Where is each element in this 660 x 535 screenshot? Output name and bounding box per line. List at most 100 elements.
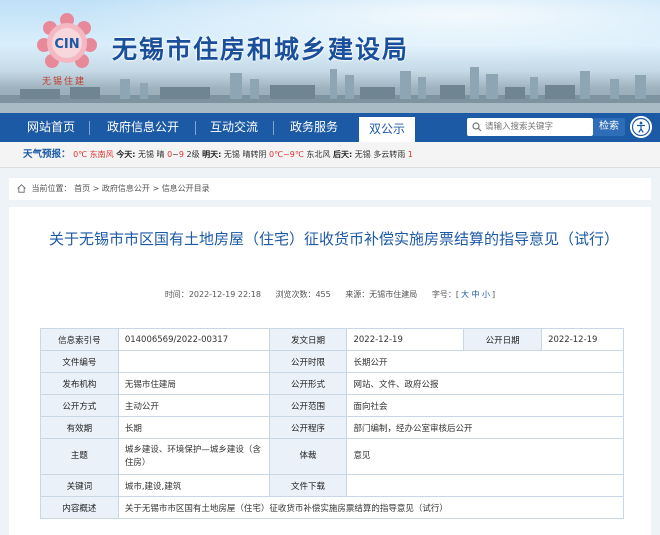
table-row: 信息索引号 014006569/2022-00317 发文日期 2022-12-… [40, 328, 624, 351]
font-size-large[interactable]: 大 [461, 290, 469, 299]
table-key: 信息索引号 [40, 328, 119, 351]
table-value: 2022-12-19 [346, 328, 465, 351]
header-banner: CIN 无锡住建 无锡市住房和城乡建设局 [0, 0, 660, 113]
table-value: 014006569/2022-00317 [117, 328, 270, 351]
info-table: 信息索引号 014006569/2022-00317 发文日期 2022-12-… [40, 328, 625, 519]
font-size-open: [ [455, 290, 459, 299]
breadcrumb-home[interactable]: 首页 [74, 184, 90, 193]
table-value: 面向社会 [346, 394, 624, 417]
meta-time-value: 2022-12-19 22:18 [188, 290, 261, 299]
meta-source-label: 来源： [345, 290, 370, 299]
table-value: 长期公开 [346, 350, 624, 373]
search-input[interactable] [485, 120, 589, 134]
search-button[interactable]: 检索 [593, 118, 625, 136]
table-value: 主动公开 [117, 394, 270, 417]
table-key: 公开方式 [40, 394, 119, 417]
weather-today-sep: ~ [172, 150, 179, 159]
meta-time: 时间：2022-12-19 22:18 [165, 290, 261, 299]
breadcrumb-separator: > [92, 184, 100, 193]
table-row: 公开方式 主动公开 公开范围 面向社会 [40, 394, 624, 417]
weather-label: 天气预报： [23, 149, 71, 160]
content-panel: 关于无锡市市区国有土地房屋（住宅）征收货币补偿实施房票结算的指导意见（试行） 时… [9, 207, 651, 535]
search-box [467, 118, 593, 136]
table-key: 公开形式 [268, 372, 348, 395]
table-value: 城乡建设、环境保护—城乡建设（含住房） [117, 438, 270, 475]
table-value: 长期 [117, 416, 270, 439]
table-row: 内容概述 关于无锡市市区国有土地房屋（住宅）征收货币补偿实施房票结算的指导意见（… [40, 496, 625, 519]
table-key: 文件编号 [40, 350, 119, 373]
nav-services[interactable]: 政务服务 [278, 113, 350, 142]
nav-interaction[interactable]: 互动交流 [200, 113, 268, 142]
meta-views: 浏览次数：455 [275, 290, 330, 299]
meta-views-value: 455 [315, 290, 331, 299]
breadcrumb-separator: > [152, 184, 160, 193]
search-icon [472, 122, 482, 132]
table-value: 城市,建设,建筑 [117, 474, 270, 497]
table-value: 2022-12-19 [541, 328, 624, 351]
nav-divider [195, 121, 196, 135]
table-key: 文件下载 [268, 474, 348, 497]
table-key: 关键词 [40, 474, 119, 497]
weather-current: 0℃ 东南风 [73, 150, 114, 159]
nav-divider [273, 121, 274, 135]
table-key: 体裁 [268, 438, 348, 475]
table-value [117, 350, 270, 373]
table-row: 文件编号 公开时限 长期公开 [40, 350, 624, 373]
breadcrumb-catalog[interactable]: 信息公开目录 [162, 184, 210, 193]
font-size-label: 字号： [431, 290, 456, 299]
table-key: 公开时限 [268, 350, 348, 373]
weather-tomorrow-range: 0℃~9℃ [269, 150, 304, 159]
font-size-medium[interactable]: 中 [472, 290, 480, 299]
nav-home[interactable]: 网站首页 [16, 113, 86, 142]
weather-after: 无锡 多云转雨 [354, 150, 406, 159]
weather-today-high: 9 [178, 150, 184, 159]
font-size-control: 字号：[大 中 小] [432, 290, 495, 299]
document-meta: 时间：2022-12-19 22:18 浏览次数：455 来源：无锡市住建局 字… [9, 289, 651, 300]
weather-today: 无锡 晴 [137, 150, 165, 159]
site-title: 无锡市住房和城乡建设局 [112, 35, 410, 64]
document-title: 关于无锡市市区国有土地房屋（住宅）征收货币补偿实施房票结算的指导意见（试行） [49, 230, 620, 248]
font-size-small[interactable]: 小 [482, 290, 490, 299]
table-row: 关键词 城市,建设,建筑 文件下载 [40, 474, 624, 497]
table-key: 内容概述 [40, 496, 119, 519]
breadcrumb-label: 当前位置： [31, 184, 72, 193]
table-row: 发布机构 无锡市住建局 公开形式 网站、文件、政府公报 [40, 372, 624, 395]
table-value: 关于无锡市市区国有土地房屋（住宅）征收货币补偿实施房票结算的指导意见（试行） [117, 496, 625, 519]
meta-source-value: 无锡市住建局 [369, 290, 418, 299]
weather-tomorrow-wind: 东北风 [306, 150, 331, 159]
weather-after-tail: 1 [407, 150, 413, 159]
meta-views-label: 浏览次数： [275, 290, 316, 299]
nav-divider [89, 121, 90, 135]
table-key: 主题 [40, 438, 119, 475]
table-key: 发文日期 [268, 328, 348, 351]
weather-tomorrow-label: 明天: [202, 150, 222, 159]
table-key: 公开程序 [268, 416, 348, 439]
meta-source: 来源：无锡市住建局 [345, 290, 417, 299]
table-key: 公开日期 [463, 328, 543, 351]
file-download-value[interactable] [346, 474, 624, 497]
weather-after-label: 后天: [332, 150, 353, 159]
svg-text:CIN: CIN [54, 37, 79, 52]
table-value: 网站、文件、政府公报 [346, 372, 624, 395]
accessibility-icon[interactable] [630, 116, 652, 138]
table-value: 部门编制，经办公室审核后公开 [346, 416, 624, 439]
table-key: 有效期 [40, 416, 119, 439]
home-icon [17, 184, 26, 193]
logo-caption: 无锡住建 [42, 77, 87, 87]
city-skyline-image [0, 67, 660, 113]
breadcrumb: 当前位置： 首页 > 政府信息公开 > 信息公开目录 [9, 178, 651, 200]
table-row: 主题 城乡建设、环境保护—城乡建设（含住房） 体裁 意见 [40, 438, 624, 475]
weather-today-wind: 2级 [186, 150, 200, 159]
font-size-close: ] [492, 290, 496, 299]
nav-double-publicity[interactable]: 双公示 [359, 117, 415, 142]
table-row: 有效期 长期 公开程序 部门编制，经办公室审核后公开 [40, 416, 624, 439]
weather-today-label: 今天: [116, 150, 136, 159]
nav-gov-info[interactable]: 政府信息公开 [94, 113, 192, 142]
table-key: 公开范围 [268, 394, 348, 417]
table-value: 意见 [346, 438, 624, 475]
breadcrumb-gov-info[interactable]: 政府信息公开 [102, 184, 150, 193]
meta-time-label: 时间： [164, 290, 189, 299]
weather-bar: 天气预报： 0℃ 东南风 今天: 无锡 晴 0~9 2级 明天: 无锡 晴转阴 … [0, 142, 660, 168]
table-key: 发布机构 [40, 372, 119, 395]
table-value: 无锡市住建局 [117, 372, 270, 395]
